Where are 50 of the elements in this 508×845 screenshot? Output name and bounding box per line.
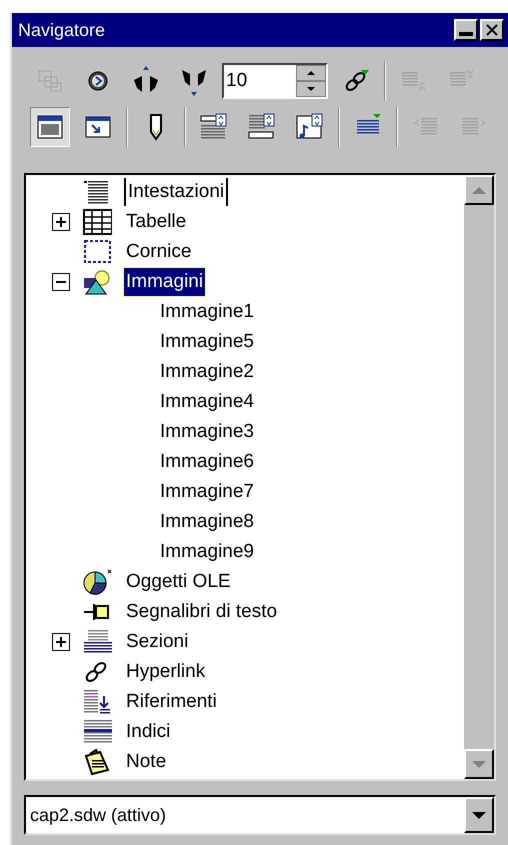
tree-item-label[interactable]: Immagini — [124, 268, 206, 296]
tree-item-label[interactable]: Cornice — [124, 238, 194, 266]
expand-icon[interactable] — [52, 633, 70, 651]
tree-item-label[interactable]: Immagine6 — [158, 448, 256, 476]
tree-item-label[interactable]: Riferimenti — [124, 688, 219, 716]
tree-item-label[interactable]: Note — [124, 748, 168, 776]
spin-up-button[interactable] — [296, 65, 326, 81]
minimize-icon — [459, 32, 473, 36]
scroll-up-button[interactable] — [464, 175, 494, 205]
tree-item-label[interactable]: Sezioni — [124, 628, 190, 656]
table-icon — [82, 208, 112, 236]
expand-icon[interactable] — [52, 213, 70, 231]
scrollbar[interactable] — [464, 175, 494, 779]
tree-item-label[interactable]: Immagine3 — [158, 418, 256, 446]
spin-down-button[interactable] — [296, 81, 326, 97]
window-title: Navigatore — [18, 18, 106, 42]
up-arrow-icon — [472, 186, 486, 194]
toolbar-button[interactable] — [30, 107, 70, 147]
pie-chart-icon — [82, 568, 112, 596]
tree-item-label[interactable]: Intestazioni — [124, 178, 228, 206]
down-arrow-icon — [472, 760, 486, 768]
tree-item-label[interactable]: Immagine4 — [158, 388, 256, 416]
tree-item-label[interactable]: Immagine5 — [158, 328, 256, 356]
caret-icon — [472, 812, 486, 818]
up-arrow-icon — [307, 71, 315, 75]
scroll-down-button[interactable] — [464, 749, 494, 779]
document-dropdown[interactable]: cap2.sdw (attivo) — [24, 795, 496, 835]
tree-item-label[interactable]: Immagine1 — [158, 298, 256, 326]
dropdown-button[interactable] — [464, 797, 494, 833]
tree-item-label[interactable]: Tabelle — [124, 208, 188, 236]
note-pad-icon — [82, 748, 112, 776]
tree-item-label[interactable]: Segnalibri di testo — [124, 598, 280, 626]
down-arrow-icon — [307, 87, 315, 91]
close-button[interactable] — [480, 19, 504, 41]
tree-item-label[interactable]: Immagine7 — [158, 478, 256, 506]
number-spin-field[interactable]: 10 — [222, 63, 328, 99]
minimize-button[interactable] — [454, 19, 478, 41]
dashed-frame-icon — [82, 238, 112, 266]
tree-item-label[interactable]: Hyperlink — [124, 658, 208, 686]
spin-value: 10 — [225, 69, 248, 93]
tree-item-label[interactable]: Immagine9 — [158, 538, 256, 566]
dropdown-value: cap2.sdw (attivo) — [29, 804, 168, 827]
tree-item-label[interactable]: Immagine2 — [158, 358, 256, 386]
close-icon — [486, 24, 498, 36]
reference-arrow-icon — [82, 688, 112, 716]
tree-item-label[interactable]: Oggetti OLE — [124, 568, 233, 596]
tree-item-label[interactable]: Indici — [124, 718, 172, 746]
collapse-icon[interactable] — [52, 273, 70, 291]
tree-item-label[interactable]: Immagine8 — [158, 508, 256, 536]
shapes-icon — [82, 268, 112, 296]
